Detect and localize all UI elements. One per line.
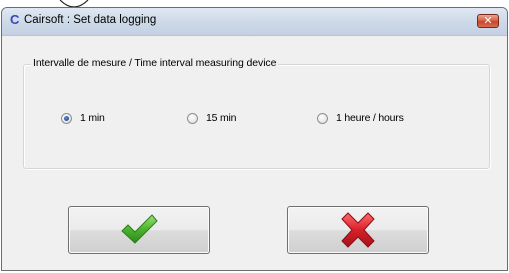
radio-button[interactable] — [187, 112, 198, 124]
cancel-button[interactable] — [287, 206, 429, 254]
close-icon: ✕ — [483, 15, 493, 27]
radio-15-min[interactable]: 15 min — [187, 112, 237, 124]
close-button[interactable]: ✕ — [477, 14, 499, 28]
dialog-window: C Cairsoft : Set data logging ✕ Interval… — [1, 7, 508, 271]
dialog-body: Intervalle de mesure / Time interval mea… — [2, 36, 507, 270]
interval-groupbox: Intervalle de mesure / Time interval mea… — [23, 57, 490, 169]
cairsoft-app-icon: C — [10, 12, 20, 27]
screen: C Cairsoft : Set data logging ✕ Interval… — [0, 0, 509, 273]
ok-button[interactable] — [68, 206, 210, 254]
radio-label-1-hour[interactable]: 1 heure / hours — [336, 112, 404, 124]
radio-button-checked[interactable] — [61, 112, 72, 124]
radio-label-15-min[interactable]: 15 min — [206, 112, 237, 124]
groupbox-label: Intervalle de mesure / Time interval mea… — [31, 57, 279, 69]
radio-1-hour[interactable]: 1 heure / hours — [317, 112, 404, 124]
window-title: Cairsoft : Set data logging — [24, 14, 157, 26]
radio-label-1-min[interactable]: 1 min — [80, 112, 105, 124]
title-bar[interactable]: C Cairsoft : Set data logging ✕ — [2, 8, 507, 36]
red-x-icon — [341, 212, 375, 248]
radio-1-min[interactable]: 1 min — [61, 112, 105, 124]
check-icon — [121, 214, 158, 244]
radio-button[interactable] — [317, 112, 328, 124]
